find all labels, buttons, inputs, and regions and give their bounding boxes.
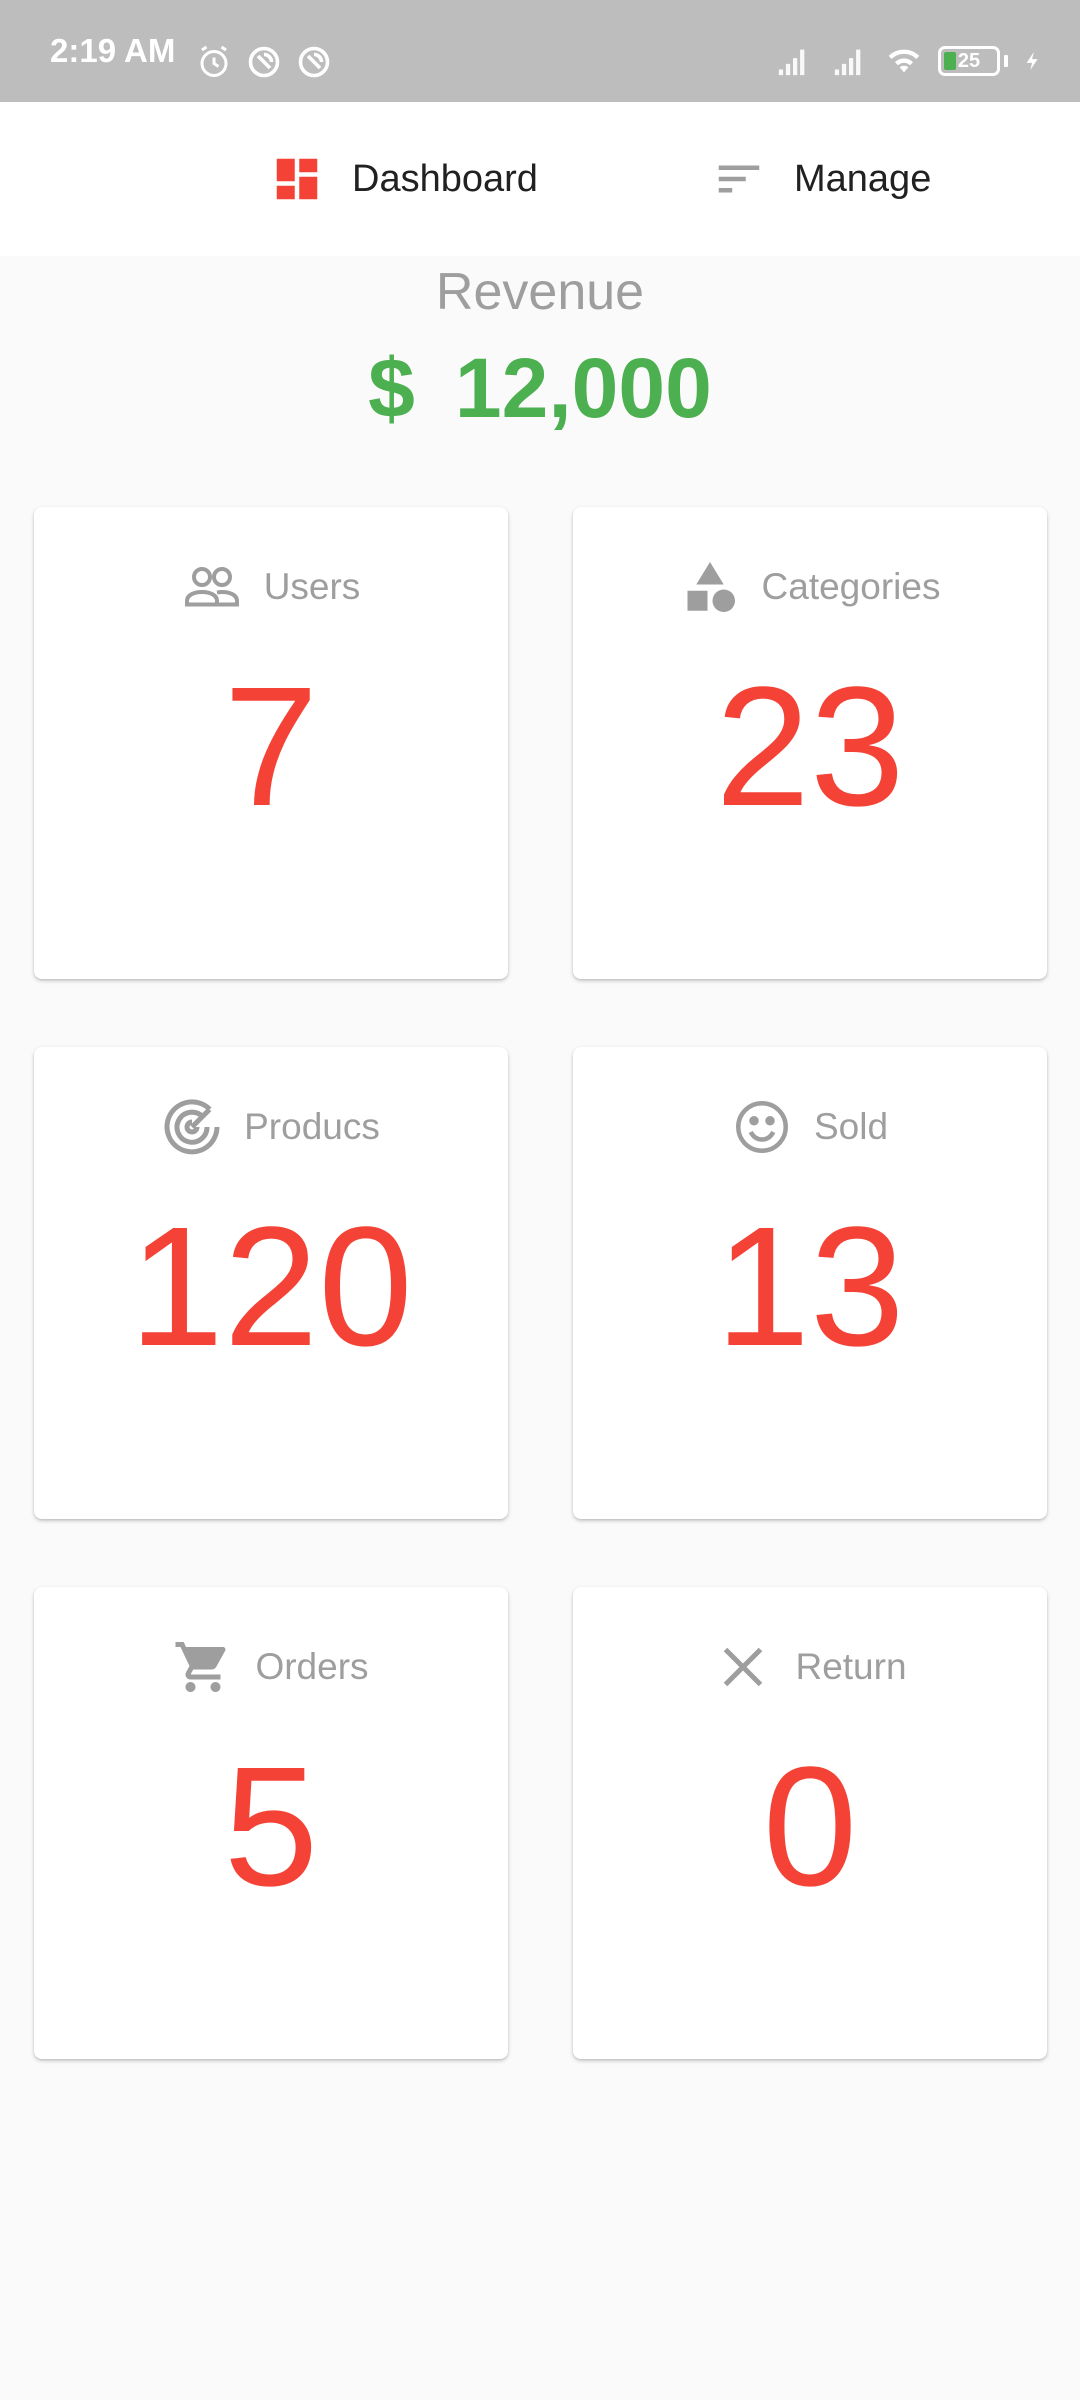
sort-icon	[718, 165, 760, 193]
card-value: 13	[715, 1192, 905, 1382]
signal-icon	[834, 49, 861, 76]
card-value: 120	[129, 1192, 413, 1382]
sync-icon	[298, 46, 330, 78]
revenue-currency: $	[368, 341, 415, 435]
card-header: Orders	[34, 1637, 508, 1697]
card-header: Sold	[573, 1097, 1047, 1157]
card-label: Sold	[813, 1106, 889, 1147]
signal-icon	[778, 49, 805, 76]
alarm-icon	[200, 45, 228, 77]
card-label: Categories	[761, 566, 941, 607]
products-card[interactable]: Producs 120	[34, 1047, 508, 1519]
card-label: Users	[263, 566, 361, 607]
tab-dashboard[interactable]: Dashboard	[270, 102, 538, 256]
card-value: 23	[715, 652, 905, 842]
card-header: Return	[573, 1637, 1047, 1697]
status-bar: 2:19 AM 25	[0, 0, 1080, 102]
card-header: Categories	[573, 557, 1047, 617]
orders-card[interactable]: Orders 5	[34, 1587, 508, 2059]
close-icon	[724, 1647, 763, 1687]
status-left-icons	[196, 44, 332, 80]
category-icon	[687, 562, 735, 612]
card-value: 5	[223, 1732, 319, 1922]
tab-manage-label: Manage	[794, 157, 932, 200]
status-right-icons: 25	[772, 44, 1044, 78]
people-icon	[184, 567, 239, 607]
battery-tip	[1004, 55, 1008, 67]
cart-icon	[175, 1642, 226, 1692]
battery-level: 25	[957, 49, 981, 72]
tab-manage[interactable]: Manage	[712, 102, 931, 256]
card-header: Producs	[34, 1097, 508, 1157]
card-value: 7	[223, 652, 319, 842]
card-label: Return	[795, 1646, 907, 1687]
card-value: 0	[762, 1732, 858, 1922]
card-label: Orders	[255, 1646, 369, 1687]
revenue-amount: $12,000	[0, 340, 1080, 437]
battery-fill	[944, 52, 956, 70]
status-time: 2:19 AM	[50, 32, 176, 69]
tab-dashboard-label: Dashboard	[352, 157, 538, 200]
revenue-title: Revenue	[435, 263, 645, 321]
revenue-value: 12,000	[454, 341, 712, 435]
top-nav: Dashboard Manage	[0, 102, 1080, 256]
sold-card[interactable]: Sold 13	[573, 1047, 1047, 1519]
users-card[interactable]: Users 7	[34, 507, 508, 979]
battery-icon: 25	[938, 46, 1000, 76]
track-changes-icon	[164, 1099, 220, 1155]
card-header: Users	[34, 557, 508, 617]
wifi-icon	[888, 49, 920, 73]
dashboard-icon	[276, 158, 318, 200]
return-card[interactable]: Return 0	[573, 1587, 1047, 2059]
sync-icon	[248, 46, 280, 78]
charging-icon	[1026, 51, 1038, 71]
categories-card[interactable]: Categories 23	[573, 507, 1047, 979]
card-label: Producs	[244, 1106, 380, 1147]
smiley-icon	[735, 1101, 788, 1153]
